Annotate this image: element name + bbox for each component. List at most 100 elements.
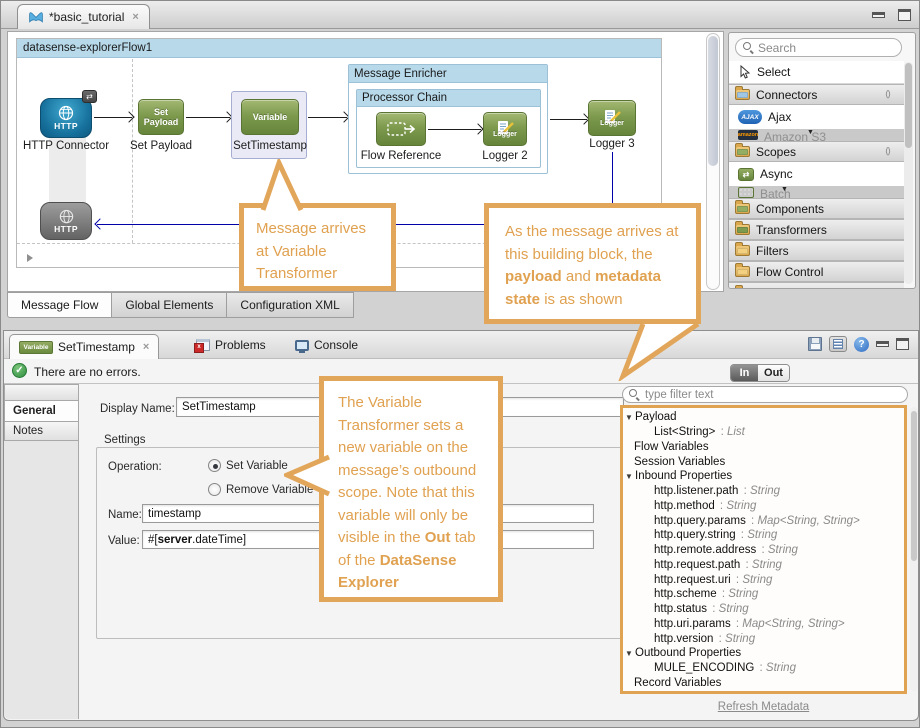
outline-view-icon[interactable] [829, 336, 847, 352]
save-icon[interactable] [808, 337, 822, 351]
palette-item-select[interactable]: Select [729, 61, 904, 84]
folder-icon [735, 200, 750, 214]
scrollbar-thumb[interactable] [905, 63, 912, 148]
palette-search-input[interactable]: Search [735, 38, 902, 57]
set-variable-radio[interactable] [208, 459, 221, 472]
logger3-node[interactable]: Logger [588, 100, 636, 136]
collapsed-section-arrow-icon[interactable] [27, 254, 33, 262]
collapse-icon[interactable]: ⟨⟩ [885, 89, 891, 100]
flow-connector-arrow [308, 117, 347, 118]
tree-node-label: http.listener.path [654, 485, 739, 498]
operation-label: Operation: [108, 461, 162, 473]
node-label-set-payload: Set Payload [129, 140, 192, 152]
search-icon [743, 42, 754, 53]
cursor-icon [740, 65, 751, 79]
ajax-icon: AJAX [738, 110, 762, 124]
tab-console[interactable]: Console [295, 338, 358, 353]
console-icon [295, 339, 309, 353]
tree-row[interactable]: http.request.path String [623, 558, 904, 573]
tree-node-type: String [719, 588, 758, 600]
logger2-node[interactable]: Logger [483, 112, 527, 146]
tab-notes[interactable]: Notes [4, 422, 79, 441]
flow-reference-node[interactable] [376, 112, 426, 146]
palette-header-filters[interactable]: Filters [729, 240, 904, 261]
tree-row[interactable]: MULE_ENCODING String [623, 661, 904, 676]
tree-node-label: http.version [654, 632, 714, 645]
name-label: Name: [108, 509, 142, 521]
palette-header-flow-control[interactable]: Flow Control [729, 261, 904, 282]
tree-node-label: Flow Variables [634, 440, 709, 453]
palette-header-scopes[interactable]: Scopes ⟨⟩ [729, 141, 904, 162]
tree-node-label: http.method [654, 499, 715, 512]
scrollbar-thumb[interactable] [708, 36, 718, 166]
tree-row[interactable]: http.status String [623, 602, 904, 617]
tree-row[interactable]: Session Variables [623, 454, 904, 469]
palette-item-batch[interactable]: Batch ▼ [729, 186, 904, 198]
flow-connector-arrow [94, 117, 132, 118]
tab-settimestamp[interactable]: Variable SetTimestamp × [9, 334, 160, 359]
close-icon[interactable]: × [143, 341, 149, 353]
variable-node-selected[interactable]: Variable SetTimestamp [231, 91, 307, 159]
http-response-node[interactable]: HTTP [40, 202, 92, 240]
tree-row[interactable]: List<String> List [623, 425, 904, 440]
tree-row[interactable]: Flow Variables [623, 440, 904, 455]
variable-node[interactable]: Variable [241, 99, 299, 135]
tree-row[interactable]: ▼ Inbound Properties [623, 469, 904, 484]
minimize-icon[interactable] [872, 12, 885, 18]
tree-row[interactable]: http.query.string String [623, 528, 904, 543]
tree-row[interactable]: http.remote.address String [623, 543, 904, 558]
tree-row[interactable]: ▼ Outbound Properties [623, 646, 904, 661]
tree-row[interactable]: http.query.params Map<String, String> [623, 513, 904, 528]
maximize-icon[interactable] [898, 9, 911, 21]
set-variable-label: Set Variable [226, 460, 288, 472]
help-icon[interactable] [854, 336, 869, 352]
tab-in[interactable]: In [731, 365, 758, 381]
refresh-metadata-link[interactable]: Refresh Metadata [620, 701, 907, 713]
tab-basic-tutorial[interactable]: *basic_tutorial × [17, 4, 150, 29]
minimize-view-icon[interactable] [876, 341, 889, 347]
collapse-icon[interactable]: ⟨⟩ [885, 146, 891, 157]
canvas-scrollbar[interactable] [706, 33, 720, 290]
palette-header-label: Filters [756, 243, 789, 258]
tab-configuration-xml[interactable]: Configuration XML [227, 292, 354, 318]
tree-expand-icon[interactable]: ▼ [625, 649, 635, 658]
palette-header-connectors[interactable]: Connectors ⟨⟩ [729, 84, 904, 105]
tree-expand-icon[interactable]: ▼ [625, 413, 635, 422]
tree-scrollbar[interactable] [910, 407, 918, 691]
tree-row[interactable]: http.version String [623, 631, 904, 646]
tree-row[interactable]: ▼ Payload [623, 410, 904, 425]
tab-problems[interactable]: Problems [194, 338, 266, 353]
http-icon-label: HTTP [54, 223, 78, 234]
tree-expand-icon[interactable]: ▼ [625, 472, 635, 481]
tree-row[interactable]: http.listener.path String [623, 484, 904, 499]
close-icon[interactable]: × [132, 11, 138, 23]
search-icon [629, 389, 640, 400]
tab-global-elements[interactable]: Global Elements [112, 292, 228, 318]
dropdown-arrow-icon: ▼ [807, 129, 814, 136]
tab-message-flow[interactable]: Message Flow [7, 292, 113, 318]
set-payload-node[interactable]: Set Payload [138, 99, 184, 135]
tree-node-label: Record Variables [634, 676, 722, 689]
palette-scrollbar[interactable] [904, 62, 913, 284]
tree-row[interactable]: http.uri.params Map<String, String> [623, 617, 904, 632]
palette-header-components[interactable]: Components [729, 198, 904, 219]
tab-out[interactable]: Out [758, 365, 789, 381]
tree-row[interactable]: http.request.uri String [623, 572, 904, 587]
tree-row[interactable]: Record Variables [623, 676, 904, 691]
remove-variable-radio[interactable] [208, 483, 221, 496]
palette-item-ajax[interactable]: AJAX Ajax [729, 105, 904, 129]
tab-general[interactable]: General [4, 401, 79, 422]
scrollbar-thumb[interactable] [911, 411, 917, 561]
tab-label: Problems [215, 338, 266, 352]
tree-row[interactable]: http.scheme String [623, 587, 904, 602]
maximize-view-icon[interactable] [896, 338, 909, 350]
palette-header-transformers[interactable]: Transformers [729, 219, 904, 240]
metadata-filter-input[interactable]: type filter text [622, 386, 908, 403]
http-connector-node[interactable]: HTTP [40, 90, 97, 138]
metadata-tree-box: ▼ Payload List<String> List Flow Variabl… [620, 405, 907, 694]
palette-header-error-handling[interactable]: Error Handling [729, 282, 904, 288]
tree-row[interactable]: http.method String [623, 499, 904, 514]
palette-item-amazon-s3[interactable]: amazon Amazon S3 ▼ [729, 129, 904, 141]
palette-item-async[interactable]: Async [729, 162, 904, 186]
callout-tail [284, 454, 330, 497]
